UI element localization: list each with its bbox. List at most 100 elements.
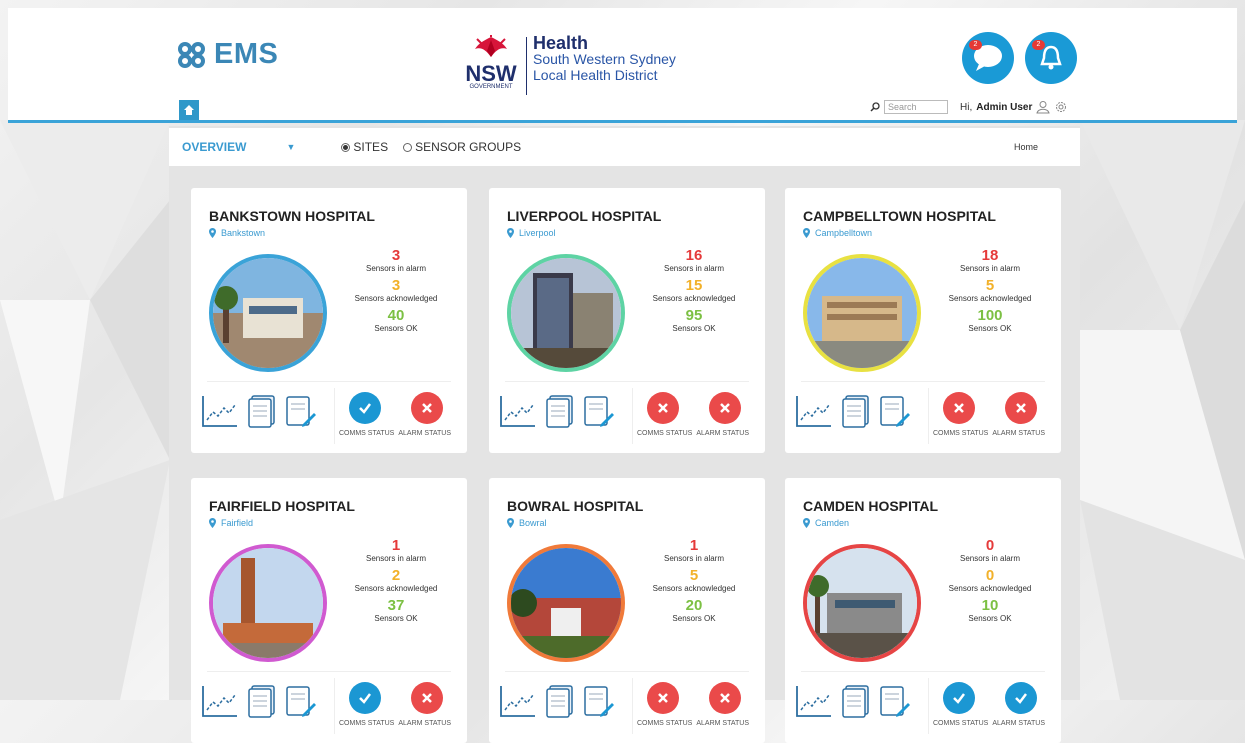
check-icon xyxy=(359,403,371,414)
documents-icon[interactable] xyxy=(545,684,575,718)
alerts-button[interactable]: 2 xyxy=(1025,32,1077,84)
hospital-card[interactable]: FAIRFIELD HOSPITAL Fairfield 1 Sensors i… xyxy=(191,478,467,743)
hospital-photo[interactable] xyxy=(803,544,921,662)
hospital-location[interactable]: Camden xyxy=(803,518,849,528)
documents-icon[interactable] xyxy=(247,394,277,428)
hospital-card[interactable]: BOWRAL HOSPITAL Bowral 1 Sensors in alar… xyxy=(489,478,765,743)
hospital-location[interactable]: Liverpool xyxy=(507,228,556,238)
hospital-photo[interactable] xyxy=(209,544,327,662)
hospital-image xyxy=(213,258,323,368)
overview-dropdown-icon[interactable]: ▼ xyxy=(286,142,295,152)
hospital-image xyxy=(511,258,621,368)
trend-chart-icon[interactable] xyxy=(499,394,537,428)
hospital-name[interactable]: LIVERPOOL HOSPITAL xyxy=(507,208,661,224)
hospital-location[interactable]: Campbelltown xyxy=(803,228,872,238)
sensor-groups-radio[interactable]: SENSOR GROUPS xyxy=(403,140,521,154)
ok-count: 20 xyxy=(685,597,703,614)
acknowledged-count: 5 xyxy=(689,567,699,584)
status-labels: COMMS STATUS ALARM STATUS xyxy=(339,430,451,437)
comms-status-indicator[interactable] xyxy=(943,392,975,424)
user-icon[interactable] xyxy=(1036,100,1050,114)
check-icon xyxy=(359,693,371,704)
hospital-name[interactable]: CAMPBELLTOWN HOSPITAL xyxy=(803,208,996,224)
location-label: Liverpool xyxy=(519,228,556,238)
trend-chart-icon[interactable] xyxy=(201,394,239,428)
ems-logo[interactable]: EMS xyxy=(174,38,278,71)
trend-chart-icon[interactable] xyxy=(795,394,833,428)
card-vertical-divider xyxy=(632,388,633,444)
search-icon[interactable] xyxy=(870,102,880,112)
documents-icon[interactable] xyxy=(841,394,871,428)
alarm-status-indicator[interactable] xyxy=(411,392,443,424)
hospital-card[interactable]: BANKSTOWN HOSPITAL Bankstown 3 Sensors i… xyxy=(191,188,467,453)
home-button[interactable] xyxy=(179,100,199,120)
ok-label: Sensors OK xyxy=(968,324,1012,333)
alarm-status-indicator[interactable] xyxy=(709,392,741,424)
comms-status-indicator[interactable] xyxy=(647,392,679,424)
ok-label: Sensors OK xyxy=(374,324,418,333)
documents-icon[interactable] xyxy=(545,394,575,428)
hospital-name[interactable]: BOWRAL HOSPITAL xyxy=(507,498,643,514)
sensor-groups-radio-indicator[interactable] xyxy=(403,142,413,152)
edit-report-icon[interactable] xyxy=(583,394,615,428)
hospital-location[interactable]: Bankstown xyxy=(209,228,265,238)
edit-report-icon[interactable] xyxy=(285,394,317,428)
acknowledged-label: Sensors acknowledged xyxy=(652,294,736,303)
comms-status-indicator[interactable] xyxy=(349,682,381,714)
search-input[interactable]: Search xyxy=(884,100,948,114)
hospital-card[interactable]: CAMPBELLTOWN HOSPITAL Campbelltown 18 Se… xyxy=(785,188,1061,453)
hospital-photo[interactable] xyxy=(209,254,327,372)
alarm-status-indicator[interactable] xyxy=(709,682,741,714)
card-divider xyxy=(801,671,1045,672)
acknowledged-label: Sensors acknowledged xyxy=(652,584,736,593)
trend-chart-icon[interactable] xyxy=(201,684,239,718)
hospital-name[interactable]: CAMDEN HOSPITAL xyxy=(803,498,938,514)
alarm-status-label: ALARM STATUS xyxy=(992,720,1045,727)
hospital-card[interactable]: LIVERPOOL HOSPITAL Liverpool 16 Sensors … xyxy=(489,188,765,453)
sites-radio-label: SITES xyxy=(353,140,389,154)
hospital-location[interactable]: Bowral xyxy=(507,518,547,528)
ok-label: Sensors OK xyxy=(672,614,716,623)
documents-icon[interactable] xyxy=(247,684,277,718)
comms-status-label: COMMS STATUS xyxy=(339,720,395,727)
documents-icon[interactable] xyxy=(841,684,871,718)
map-pin-icon xyxy=(507,228,514,238)
overview-tab[interactable]: OVERVIEW xyxy=(182,140,246,154)
hospital-photo[interactable] xyxy=(803,254,921,372)
alarm-status-indicator[interactable] xyxy=(1005,682,1037,714)
comms-status-indicator[interactable] xyxy=(943,682,975,714)
settings-gear-icon[interactable] xyxy=(1054,100,1068,114)
comms-status-indicator[interactable] xyxy=(647,682,679,714)
hospital-card[interactable]: CAMDEN HOSPITAL Camden 0 Sensors in alar… xyxy=(785,478,1061,743)
acknowledged-count: 3 xyxy=(391,277,401,294)
sites-radio-indicator[interactable] xyxy=(341,142,351,152)
card-vertical-divider xyxy=(928,388,929,444)
edit-report-icon[interactable] xyxy=(879,394,911,428)
hospital-photo[interactable] xyxy=(507,544,625,662)
location-label: Campbelltown xyxy=(815,228,873,238)
comms-status-indicator[interactable] xyxy=(349,392,381,424)
sensor-stats: 16 Sensors in alarm 15 Sensors acknowled… xyxy=(639,248,749,338)
trend-chart-icon[interactable] xyxy=(499,684,537,718)
card-divider xyxy=(207,671,451,672)
alarm-status-indicator[interactable] xyxy=(1005,392,1037,424)
sites-radio[interactable]: SITES xyxy=(341,140,388,154)
location-label: Bowral xyxy=(519,518,547,528)
status-indicators xyxy=(647,682,741,714)
messages-button[interactable]: 2 xyxy=(962,32,1014,84)
close-icon xyxy=(1016,403,1026,413)
acknowledged-count: 5 xyxy=(985,277,995,294)
ok-label: Sensors OK xyxy=(374,614,418,623)
breadcrumb[interactable]: Home xyxy=(1014,142,1038,152)
edit-report-icon[interactable] xyxy=(879,684,911,718)
trend-chart-icon[interactable] xyxy=(795,684,833,718)
hospital-photo[interactable] xyxy=(507,254,625,372)
alarm-status-indicator[interactable] xyxy=(411,682,443,714)
hospital-name[interactable]: BANKSTOWN HOSPITAL xyxy=(209,208,375,224)
hospital-location[interactable]: Fairfield xyxy=(209,518,253,528)
comms-status-label: COMMS STATUS xyxy=(933,430,989,437)
acknowledged-count: 15 xyxy=(685,277,703,294)
edit-report-icon[interactable] xyxy=(285,684,317,718)
edit-report-icon[interactable] xyxy=(583,684,615,718)
hospital-name[interactable]: FAIRFIELD HOSPITAL xyxy=(209,498,355,514)
